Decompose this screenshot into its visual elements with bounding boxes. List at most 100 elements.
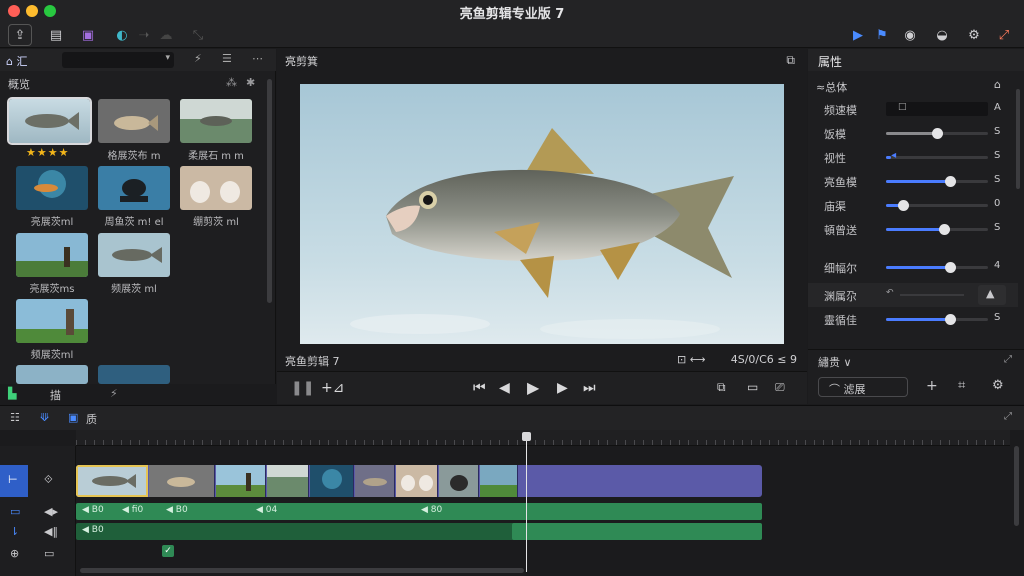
cloud-button[interactable]: ☁ bbox=[154, 24, 178, 46]
clip-thumbnail-11[interactable] bbox=[98, 365, 170, 384]
video-track[interactable] bbox=[76, 465, 762, 497]
filter-icon[interactable]: ✱ bbox=[246, 76, 255, 89]
inspector-scrollbar[interactable] bbox=[1016, 89, 1020, 189]
gain-slider[interactable] bbox=[886, 224, 988, 235]
play-toolbar-button[interactable]: ▶ bbox=[846, 24, 870, 46]
opacity-slider[interactable] bbox=[886, 128, 988, 139]
browser-scrollbar[interactable] bbox=[267, 79, 272, 303]
overlay-icon[interactable]: ⧉ bbox=[717, 380, 726, 395]
timeline-scrollbar[interactable] bbox=[80, 568, 524, 573]
arrow-left-button[interactable]: ➝ bbox=[132, 24, 156, 46]
step-forward-icon[interactable]: ▶ bbox=[557, 380, 568, 396]
viewer-options-icon[interactable]: ⧉ bbox=[786, 53, 795, 68]
timeline-clip[interactable] bbox=[355, 465, 395, 497]
tracks-icon[interactable]: ☷ bbox=[10, 411, 20, 424]
video-track-toggle[interactable]: ⊢ bbox=[0, 465, 28, 497]
clip-thumbnail-2[interactable] bbox=[98, 99, 170, 143]
slider-knob[interactable] bbox=[898, 200, 910, 211]
export-button[interactable]: ⤢ bbox=[992, 24, 1016, 46]
clip-thumbnail-4[interactable] bbox=[16, 166, 88, 210]
audio-volume-icon[interactable]: ◀‖ bbox=[44, 525, 58, 538]
timeline-clip[interactable] bbox=[480, 465, 518, 497]
rating-stars[interactable]: ★★★★ bbox=[26, 146, 69, 159]
home-icon[interactable]: ⌂ bbox=[994, 78, 1001, 91]
monitor-icon[interactable]: ▭ bbox=[44, 547, 54, 560]
pause-icon[interactable]: ❚❚ bbox=[291, 380, 314, 396]
timeline-ruler[interactable] bbox=[76, 430, 1010, 446]
resolution-icon[interactable]: ⊡ ⟷ bbox=[677, 353, 705, 366]
playhead-handle[interactable] bbox=[522, 432, 531, 441]
link-icon[interactable]: ⟐ bbox=[44, 473, 53, 487]
library-button[interactable]: ▤ bbox=[44, 24, 68, 46]
browser-tab[interactable]: ⌂ 汇 bbox=[6, 53, 27, 69]
step-back-icon[interactable]: ◀ bbox=[499, 380, 510, 396]
import-button[interactable]: ⇪ bbox=[8, 24, 32, 46]
timeline-tab[interactable]: 质 bbox=[86, 411, 97, 427]
slider-knob[interactable] bbox=[945, 176, 957, 187]
timeline-clip[interactable] bbox=[396, 465, 438, 497]
timeline-clip[interactable] bbox=[439, 465, 479, 497]
crop-icon[interactable]: ⌗ bbox=[958, 378, 965, 393]
crop-tool-button[interactable]: ⤡ bbox=[186, 24, 210, 46]
undo-icon[interactable]: ↶ bbox=[886, 288, 894, 298]
expand-icon[interactable]: ⤢ bbox=[1004, 354, 1012, 365]
cloud-sync-button[interactable]: ◒ bbox=[930, 24, 954, 46]
lightning-icon[interactable]: ⚡ bbox=[110, 387, 118, 400]
detail-slider[interactable] bbox=[886, 262, 988, 273]
library-status-icon[interactable]: ▙ bbox=[8, 387, 16, 400]
clip-thumbnail-5[interactable] bbox=[98, 166, 170, 210]
checkmark-icon[interactable]: ✓ bbox=[162, 545, 174, 557]
skip-forward-icon[interactable]: ⏭ bbox=[583, 380, 596, 396]
inspector-tab[interactable]: 属性 bbox=[818, 53, 842, 70]
mask-button[interactable]: ▲ bbox=[978, 285, 1006, 305]
timeline-clip[interactable] bbox=[310, 465, 354, 497]
audio-clip-3[interactable]: ◀ B0 bbox=[76, 523, 516, 540]
fullscreen-icon[interactable]: ⎚ bbox=[775, 380, 785, 395]
audio-clip-2[interactable] bbox=[512, 503, 762, 520]
clip-thumbnail-10[interactable] bbox=[16, 365, 88, 384]
clip-thumbnail-1[interactable] bbox=[7, 97, 92, 145]
sort-icon[interactable]: ⁂ bbox=[226, 76, 237, 89]
clip-thumbnail-7[interactable] bbox=[16, 233, 88, 277]
skip-back-icon[interactable]: ⏮ bbox=[473, 380, 486, 396]
filter-button[interactable]: ⌒ 滤展 bbox=[818, 377, 908, 397]
mask-slider[interactable] bbox=[900, 294, 964, 296]
lower-section-label[interactable]: 繡贵 ∨ bbox=[818, 354, 852, 370]
slider-knob[interactable] bbox=[945, 262, 957, 273]
clip-thumbnail-8[interactable] bbox=[98, 233, 170, 277]
lightning-icon[interactable]: ⚡ bbox=[194, 52, 202, 65]
channel-slider[interactable] bbox=[886, 200, 988, 211]
playhead[interactable] bbox=[526, 432, 527, 572]
snapping-icon[interactable]: ⟱ bbox=[40, 411, 49, 424]
timeline-vertical-scrollbar[interactable] bbox=[1014, 446, 1019, 526]
slider-knob[interactable] bbox=[945, 314, 957, 325]
lock-icon[interactable]: ⊕ bbox=[10, 547, 19, 560]
clip-view-icon[interactable]: ▣ bbox=[68, 411, 78, 424]
effects-button[interactable]: ◐ bbox=[110, 24, 134, 46]
inspector-section[interactable]: ≈总体 bbox=[816, 79, 847, 95]
timeline-clip[interactable] bbox=[149, 465, 215, 497]
audio-clip-4[interactable] bbox=[512, 523, 762, 540]
timeline-clip[interactable] bbox=[76, 465, 148, 497]
sub-track-icon[interactable]: ⇂ bbox=[10, 525, 19, 538]
clip-thumbnail-6[interactable] bbox=[180, 166, 252, 210]
add-icon[interactable]: + bbox=[926, 378, 938, 394]
slider-knob[interactable] bbox=[932, 128, 943, 139]
clip-thumbnail-3[interactable] bbox=[180, 99, 252, 143]
more-icon[interactable]: ⋯ bbox=[252, 52, 263, 65]
audio-clip-1[interactable]: ◀ B0 ◀ fi0 ◀ B0 ◀ 04 ◀ 80 bbox=[76, 503, 516, 520]
library-select[interactable]: ▾ bbox=[62, 52, 174, 68]
video-preview[interactable] bbox=[300, 84, 784, 344]
audio-track-icon[interactable]: ▭ bbox=[10, 505, 20, 518]
list-view-icon[interactable]: ☰ bbox=[222, 52, 232, 65]
slider-knob[interactable] bbox=[939, 224, 951, 235]
aspect-icon[interactable]: ▭ bbox=[747, 380, 758, 394]
marker-button[interactable]: ⚑ bbox=[870, 24, 894, 46]
timeline-clip[interactable] bbox=[216, 465, 266, 497]
settings-button[interactable]: ⚙ bbox=[962, 24, 986, 46]
gear-icon[interactable]: ⚙ bbox=[992, 378, 1004, 393]
mode-field[interactable]: □ bbox=[886, 102, 988, 116]
add-marker-icon[interactable]: +⊿ bbox=[321, 380, 344, 396]
audio-mute-icon[interactable]: ◀▸ bbox=[44, 505, 58, 518]
timeline-clip[interactable] bbox=[267, 465, 309, 497]
